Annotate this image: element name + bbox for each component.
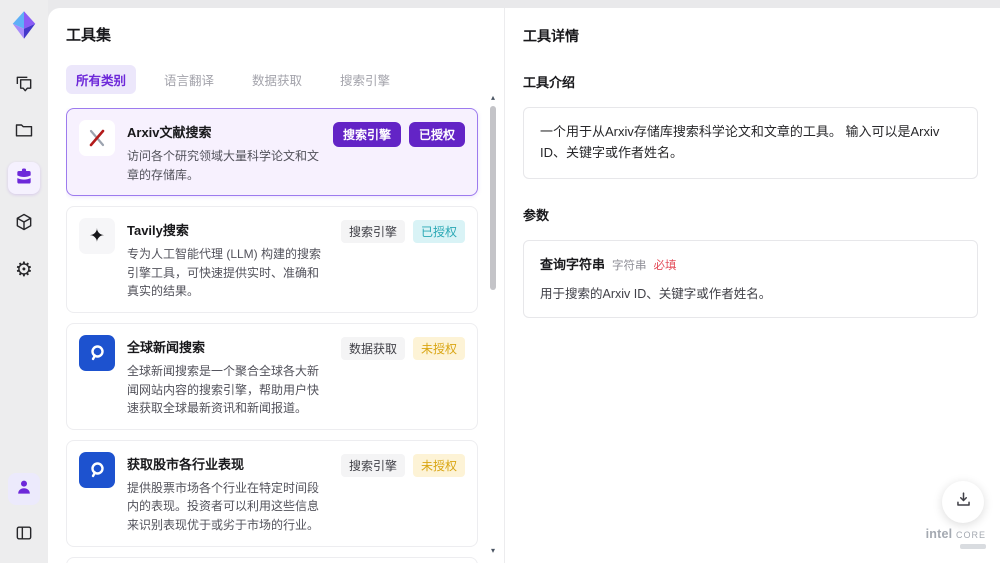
- category-tabs: 所有类别 语言翻译 数据获取 搜索引擎: [66, 65, 504, 94]
- sidebar-item-files[interactable]: [8, 116, 40, 148]
- status-badge: 未授权: [412, 453, 465, 477]
- detail-title: 工具详情: [523, 28, 579, 44]
- user-icon: [14, 477, 34, 502]
- sidebar-item-chat[interactable]: [8, 70, 40, 102]
- params-heading: 参数: [523, 207, 550, 223]
- intel-core-logo: intel core: [926, 527, 986, 549]
- status-badge: 已授权: [408, 122, 465, 147]
- tool-item-active-stocks[interactable]: 获取市场最活跃股票信息 提供当天交易量最高的股票列表，投资者可以利用这些信息来识…: [66, 556, 478, 563]
- tool-desc: 访问各个研究领域大量科学论文和文章的存储库。: [127, 149, 320, 182]
- param-desc: 用于搜索的Arxiv ID、关键字或作者姓名。: [540, 286, 772, 301]
- list-scrollbar[interactable]: ▴ ▾: [488, 94, 498, 555]
- tool-title: Arxiv文献搜索: [127, 125, 212, 140]
- tool-desc: 提供股票市场各个行业在特定时间段内的表现。投资者可以利用这些信息来识别表现优于或…: [127, 480, 320, 532]
- tool-desc: 专为人工智能代理 (LLM) 构建的搜索引擎工具，可快速提供实时、准确和真实的结…: [127, 247, 322, 299]
- app-logo: [9, 10, 39, 40]
- search-app-icon: [79, 451, 115, 488]
- tool-item-tavily[interactable]: ✦ Tavily搜索 专为人工智能代理 (LLM) 构建的搜索引擎工具，可快速提…: [66, 206, 478, 313]
- sidebar-item-user[interactable]: [8, 473, 40, 505]
- scroll-up-icon[interactable]: ▴: [488, 94, 498, 102]
- param-name: 查询字符串: [540, 256, 606, 272]
- category-badge: 数据获取: [340, 336, 405, 360]
- status-badge: 未授权: [412, 336, 465, 360]
- tab-search-engine[interactable]: 搜索引擎: [330, 65, 400, 94]
- tool-item-arxiv[interactable]: Arxiv文献搜索 访问各个研究领域大量科学论文和文章的存储库。 搜索引擎 已授…: [66, 108, 478, 197]
- page-title: 工具集: [66, 27, 112, 44]
- tool-detail-panel: 工具详情 工具介绍 一个用于从Arxiv存储库搜索科学论文和文章的工具。 输入可…: [505, 8, 1000, 563]
- gear-icon: ⚙: [15, 259, 33, 281]
- intel-logo-text: intel: [925, 527, 953, 541]
- main-card: 工具集 所有类别 语言翻译 数据获取 搜索引擎 Arxiv文献搜索 访问各个研究…: [48, 8, 1000, 563]
- search-app-icon: [79, 334, 115, 371]
- tool-title: Tavily搜索: [127, 223, 189, 239]
- category-badge: 搜索引擎: [340, 453, 405, 477]
- sidebar-item-tools[interactable]: [8, 162, 40, 194]
- tool-title: 全球新闻搜索: [127, 339, 206, 355]
- param-type: 字符串: [612, 259, 647, 272]
- scrollbar-thumb[interactable]: [490, 106, 496, 291]
- core-logo-text: core: [955, 527, 986, 541]
- briefcase-icon: [14, 166, 34, 191]
- scroll-down-icon[interactable]: ▾: [488, 547, 498, 555]
- chat-icon: [14, 74, 34, 99]
- tab-all-categories[interactable]: 所有类别: [66, 65, 137, 94]
- tool-list-panel: 工具集 所有类别 语言翻译 数据获取 搜索引擎 Arxiv文献搜索 访问各个研究…: [48, 8, 505, 563]
- tab-data-fetch[interactable]: 数据获取: [242, 65, 312, 94]
- param-box: 查询字符串 字符串 必填 用于搜索的Arxiv ID、关键字或作者姓名。: [523, 239, 978, 318]
- tool-desc: 全球新闻搜索是一个聚合全球各大新闻网站内容的搜索引擎，帮助用户快速获取全球最新资…: [127, 363, 320, 416]
- category-badge: 搜索引擎: [332, 122, 401, 147]
- intro-heading: 工具介绍: [523, 75, 576, 90]
- category-badge: 搜索引擎: [340, 220, 405, 244]
- status-badge: 已授权: [412, 220, 465, 244]
- arxiv-icon: [79, 120, 115, 156]
- param-required-badge: 必填: [653, 259, 677, 272]
- download-button[interactable]: [942, 481, 984, 523]
- tool-item-sector-performance[interactable]: 获取股市各行业表现 提供股票市场各个行业在特定时间段内的表现。投资者可以利用这些…: [66, 439, 478, 547]
- tab-language-translation[interactable]: 语言翻译: [154, 65, 224, 94]
- sidebar: ⚙: [0, 0, 48, 563]
- cube-icon: [14, 212, 34, 237]
- tool-list: Arxiv文献搜索 访问各个研究领域大量科学论文和文章的存储库。 搜索引擎 已授…: [66, 108, 504, 563]
- panel-toggle-icon: [14, 523, 34, 548]
- sidebar-item-settings[interactable]: ⚙: [8, 254, 40, 286]
- sidebar-item-models[interactable]: [8, 208, 40, 240]
- intro-box: 一个用于从Arxiv存储库搜索科学论文和文章的工具。 输入可以是Arxiv ID…: [523, 107, 978, 179]
- tool-title: 获取股市各行业表现: [127, 456, 245, 472]
- sidebar-item-panel-toggle[interactable]: [8, 519, 40, 551]
- folder-icon: [14, 120, 34, 145]
- logo-underline: [960, 544, 986, 549]
- sparkle-icon: ✦: [79, 218, 115, 255]
- download-icon: [954, 490, 973, 514]
- tool-item-global-news[interactable]: 全球新闻搜索 全球新闻搜索是一个聚合全球各大新闻网站内容的搜索引擎，帮助用户快速…: [66, 322, 478, 430]
